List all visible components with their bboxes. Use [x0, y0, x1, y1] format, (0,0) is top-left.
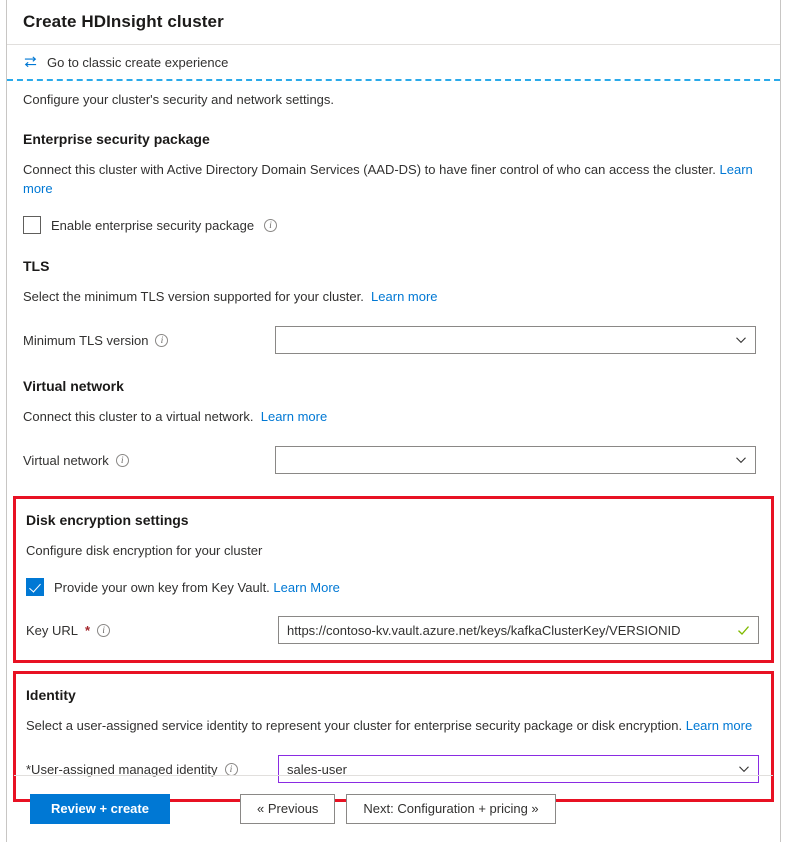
info-icon[interactable] — [115, 453, 129, 467]
swap-arrows-icon — [23, 55, 38, 69]
key-url-required-marker: * — [85, 622, 91, 638]
page-title: Create HDInsight cluster — [23, 12, 224, 31]
disk-encryption-learn-more-link[interactable]: Learn More — [273, 580, 339, 595]
minimum-tls-version-label: Minimum TLS version — [23, 332, 149, 348]
chevron-down-icon — [738, 763, 750, 775]
minimum-tls-version-dropdown[interactable] — [275, 326, 756, 354]
enable-enterprise-security-checkbox[interactable] — [23, 216, 41, 234]
key-url-label-group: Key URL * — [26, 623, 278, 638]
enable-enterprise-security-row[interactable]: Enable enterprise security package — [23, 216, 764, 234]
chevron-down-icon — [735, 334, 747, 346]
section-title-enterprise-security: Enterprise security package — [23, 131, 210, 147]
section-desc-identity: Select a user-assigned service identity … — [26, 716, 761, 735]
section-desc-enterprise-security: Connect this cluster with Active Directo… — [23, 160, 763, 198]
section-title-identity: Identity — [26, 687, 76, 703]
virtual-network-desc-text: Connect this cluster to a virtual networ… — [23, 409, 254, 424]
virtual-network-learn-more-link[interactable]: Learn more — [261, 409, 327, 424]
identity-desc-text: Select a user-assigned service identity … — [26, 718, 683, 733]
provide-own-key-checkbox[interactable] — [26, 578, 44, 596]
enterprise-security-desc-text: Connect this cluster with Active Directo… — [23, 162, 716, 177]
key-url-label: Key URL — [26, 622, 79, 638]
identity-learn-more-link[interactable]: Learn more — [686, 718, 752, 733]
minimum-tls-version-label-group: Minimum TLS version — [23, 333, 275, 348]
section-desc-disk-encryption: Configure disk encryption for your clust… — [26, 543, 263, 558]
key-url-row: Key URL * https://contoso-kv.vault.azure.… — [26, 616, 761, 644]
virtual-network-dropdown[interactable] — [275, 446, 756, 474]
key-url-value: https://contoso-kv.vault.azure.net/keys/… — [287, 622, 681, 638]
info-icon[interactable] — [264, 218, 278, 232]
chevron-down-icon — [735, 454, 747, 466]
info-icon[interactable] — [224, 762, 238, 776]
section-title-virtual-network: Virtual network — [23, 378, 124, 394]
provide-own-key-text: Provide your own key from Key Vault. — [54, 579, 270, 595]
section-title-disk-encryption: Disk encryption settings — [26, 512, 189, 528]
blade-title-bar: Create HDInsight cluster — [7, 0, 780, 45]
classic-link-label[interactable]: Go to classic create experience — [47, 55, 228, 70]
virtual-network-row: Virtual network — [23, 446, 764, 474]
create-cluster-blade: Create HDInsight cluster Go to classic c… — [6, 0, 781, 842]
key-url-input[interactable]: https://contoso-kv.vault.azure.net/keys/… — [278, 616, 759, 644]
section-desc-tls: Select the minimum TLS version supported… — [23, 287, 763, 306]
go-to-classic-create-experience[interactable]: Go to classic create experience — [7, 45, 780, 79]
virtual-network-label: Virtual network — [23, 452, 109, 468]
section-desc-virtual-network: Connect this cluster to a virtual networ… — [23, 407, 763, 426]
info-icon[interactable] — [97, 623, 111, 637]
disk-encryption-highlight-box: Disk encryption settings Configure disk … — [13, 496, 774, 663]
provide-own-key-label: Provide your own key from Key Vault. Lea… — [54, 580, 340, 595]
blade-footer: Review + create « Previous Next: Configu… — [7, 776, 780, 841]
next-configuration-pricing-button[interactable]: Next: Configuration + pricing » — [346, 793, 556, 824]
previous-button[interactable]: « Previous — [240, 793, 336, 824]
provide-own-key-row[interactable]: Provide your own key from Key Vault. Lea… — [26, 578, 761, 596]
intro-text: Configure your cluster's security and ne… — [23, 92, 335, 107]
info-icon[interactable] — [155, 333, 169, 347]
enable-enterprise-security-label: Enable enterprise security package — [51, 217, 255, 233]
form-content: Configure your cluster's security and ne… — [7, 81, 780, 802]
section-title-tls: TLS — [23, 258, 50, 274]
minimum-tls-version-row: Minimum TLS version — [23, 326, 764, 354]
review-create-button[interactable]: Review + create — [30, 793, 170, 824]
tls-desc-text: Select the minimum TLS version supported… — [23, 289, 364, 304]
green-check-icon — [737, 624, 750, 637]
virtual-network-label-group: Virtual network — [23, 453, 275, 468]
tls-learn-more-link[interactable]: Learn more — [371, 289, 437, 304]
